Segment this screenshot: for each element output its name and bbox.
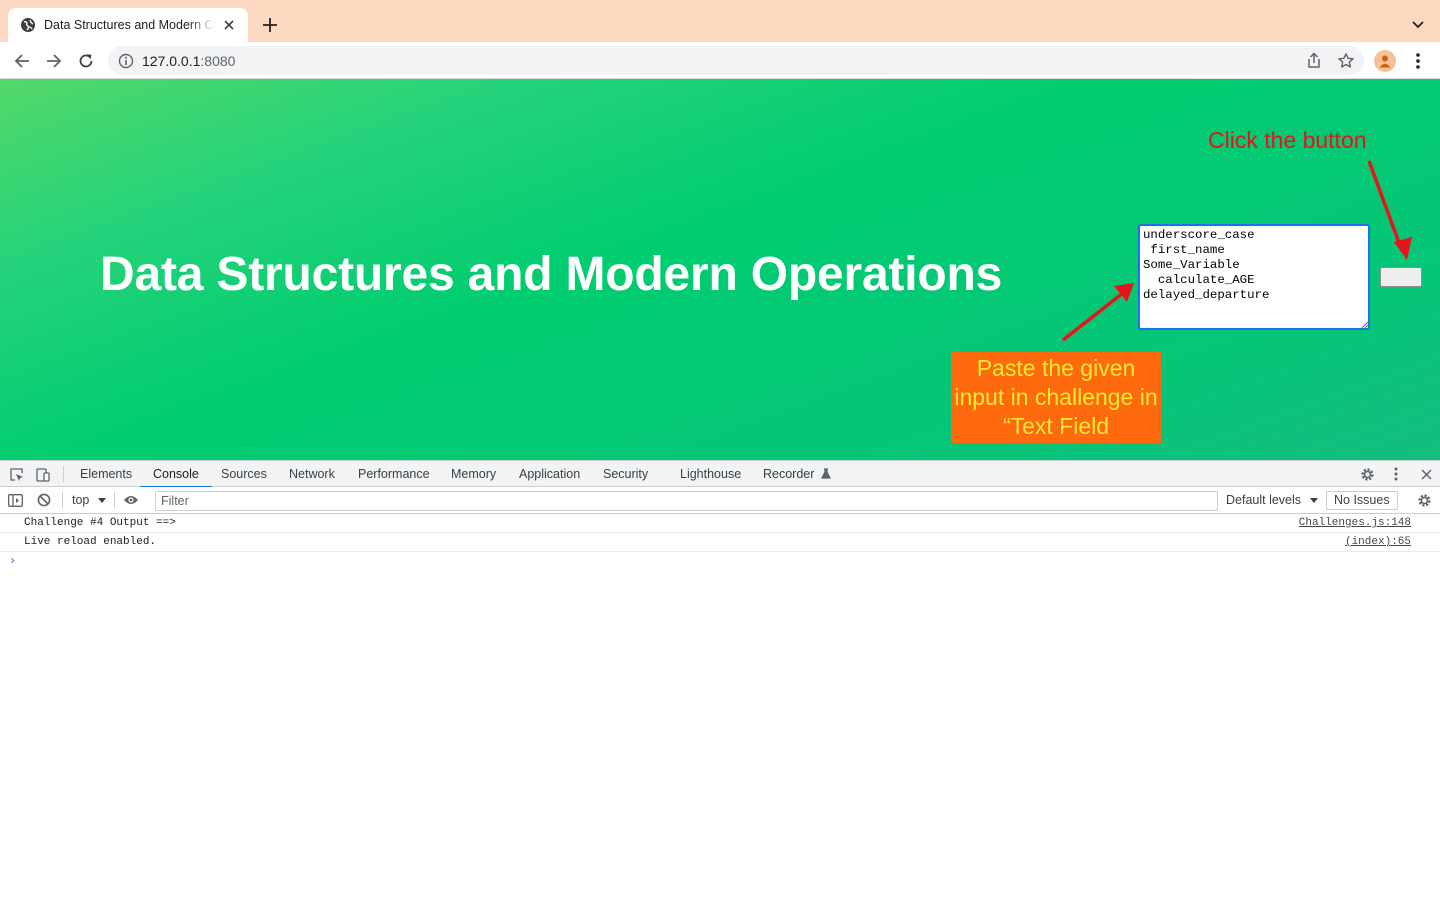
flask-icon <box>820 468 831 479</box>
tab-recorder[interactable]: Recorder <box>761 461 833 487</box>
settings-gear-icon[interactable] <box>1359 466 1375 482</box>
tab-sources[interactable]: Sources <box>219 461 269 487</box>
bookmark-star-icon[interactable] <box>1337 52 1355 70</box>
devtools-panel: Elements Console Sources Network Perform… <box>0 460 1440 900</box>
dropdown-arrow-icon <box>1309 498 1318 503</box>
page-title: Data Structures and Modern Operations <box>100 248 1003 301</box>
browser-toolbar: 127.0.0.1:8080 <box>0 42 1440 79</box>
tab-strip: Data Structures and Modern Operations <box>0 0 1440 42</box>
dropdown-arrow-icon <box>97 498 106 503</box>
annotation-paste-hint: Paste the given input in challenge in “T… <box>951 352 1161 443</box>
tab-performance[interactable]: Performance <box>356 461 432 487</box>
tab-security[interactable]: Security <box>601 461 650 487</box>
divider <box>63 466 64 482</box>
tab-application[interactable]: Application <box>517 461 582 487</box>
page-viewport: Data Structures and Modern Operations un… <box>0 79 1440 460</box>
divider <box>114 492 115 508</box>
text-field[interactable]: underscore_case first_name Some_Variable… <box>1138 224 1370 330</box>
console-settings-icon[interactable] <box>1416 492 1432 508</box>
filter-input[interactable]: Filter <box>155 491 1218 511</box>
annotation-click-hint: Click the button <box>1208 127 1367 153</box>
arrow-to-button <box>1367 160 1404 252</box>
forward-icon[interactable] <box>40 47 68 75</box>
eye-icon[interactable] <box>123 492 139 508</box>
globe-icon <box>21 18 35 32</box>
console-message-text: Live reload enabled. <box>24 536 157 548</box>
inspect-element-icon[interactable] <box>8 466 24 482</box>
tab-memory[interactable]: Memory <box>449 461 498 487</box>
tab-lighthouse[interactable]: Lighthouse <box>678 461 743 487</box>
more-menu-icon[interactable] <box>1404 47 1432 75</box>
chevron-down-icon[interactable] <box>1406 13 1430 37</box>
browser-tab[interactable]: Data Structures and Modern Operations <box>8 8 248 42</box>
console-message: Challenge #4 Output ==> Challenges.js:14… <box>0 514 1440 533</box>
device-toolbar-icon[interactable] <box>35 466 51 482</box>
issues-button[interactable]: No Issues <box>1326 491 1398 510</box>
tab-title: Data Structures and Modern Operations <box>44 18 214 32</box>
person-icon <box>1379 55 1391 68</box>
share-icon[interactable] <box>1305 52 1323 70</box>
address-bar[interactable]: 127.0.0.1:8080 <box>108 46 1364 75</box>
tab-console[interactable]: Console <box>140 461 212 488</box>
more-options-icon[interactable] <box>1388 466 1404 482</box>
submit-button[interactable] <box>1380 267 1422 287</box>
new-tab-icon[interactable] <box>258 13 282 37</box>
arrow-to-textfield <box>1061 291 1125 342</box>
console-source-link[interactable]: Challenges.js:148 <box>1299 517 1411 529</box>
console-filter-bar: top Filter Default levels No Issues <box>0 487 1440 514</box>
console-message-text: Challenge #4 Output ==> <box>24 517 176 529</box>
console-message: Live reload enabled. (index):65 <box>0 533 1440 552</box>
close-devtools-icon[interactable] <box>1418 466 1434 482</box>
info-icon[interactable] <box>118 53 134 69</box>
reload-icon[interactable] <box>72 47 100 75</box>
arrow-head-textfield <box>1114 283 1134 302</box>
console-source-link[interactable]: (index):65 <box>1345 536 1411 548</box>
tab-close-icon[interactable] <box>220 16 238 34</box>
sidebar-toggle-icon[interactable] <box>7 492 23 508</box>
profile-avatar[interactable] <box>1374 50 1396 72</box>
context-selector[interactable]: top <box>72 493 106 507</box>
tab-elements[interactable]: Elements <box>78 461 134 487</box>
log-levels-dropdown[interactable]: Default levels <box>1226 493 1318 507</box>
url-text: 127.0.0.1:8080 <box>142 53 236 69</box>
resize-handle-icon[interactable] <box>1361 321 1369 329</box>
back-icon[interactable] <box>8 47 36 75</box>
divider <box>62 492 63 508</box>
clear-console-icon[interactable] <box>36 492 52 508</box>
console-prompt[interactable]: › <box>9 554 16 568</box>
devtools-tabbar: Elements Console Sources Network Perform… <box>0 460 1440 488</box>
arrow-head-button <box>1394 237 1412 260</box>
tab-network[interactable]: Network <box>287 461 337 487</box>
